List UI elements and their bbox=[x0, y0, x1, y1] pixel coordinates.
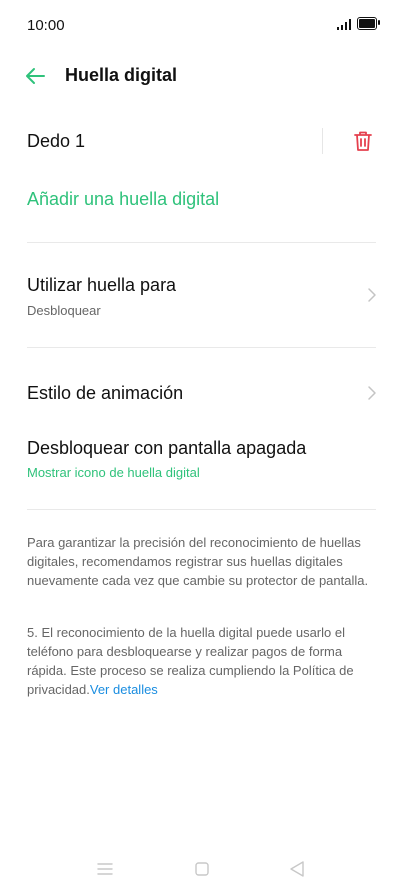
back-arrow-icon bbox=[26, 68, 45, 84]
app-header: Huella digital bbox=[0, 56, 403, 96]
trash-icon bbox=[354, 131, 372, 151]
back-triangle-icon bbox=[290, 861, 304, 877]
page-title: Huella digital bbox=[65, 65, 178, 85]
status-bar: 10:00 bbox=[0, 0, 403, 52]
fingerprint-name: Dedo 1 bbox=[27, 131, 86, 151]
recent-apps-button[interactable] bbox=[90, 854, 120, 884]
status-time: 10:00 bbox=[27, 17, 65, 34]
chevron-right-icon bbox=[368, 288, 376, 302]
add-fingerprint-link[interactable]: Añadir una huella digital bbox=[27, 189, 219, 210]
protector-note: Para garantizar la precisión del reconoc… bbox=[27, 535, 369, 588]
signal-icon bbox=[337, 18, 351, 30]
divider bbox=[27, 509, 376, 510]
status-icons bbox=[337, 17, 380, 30]
fingerprint-row[interactable]: Dedo 1 bbox=[0, 118, 403, 164]
navigation-bar bbox=[0, 844, 403, 896]
animation-style-item[interactable]: Estilo de animación bbox=[0, 368, 403, 416]
animation-style-title: Estilo de animación bbox=[27, 383, 184, 403]
use-fingerprint-for-value: Desbloquear bbox=[27, 303, 101, 318]
divider bbox=[27, 242, 376, 243]
menu-icon bbox=[97, 863, 113, 875]
nav-back-button[interactable] bbox=[282, 854, 312, 884]
chevron-right-icon bbox=[368, 386, 376, 400]
battery-icon bbox=[357, 17, 380, 30]
home-icon bbox=[195, 862, 209, 876]
home-button[interactable] bbox=[187, 854, 217, 884]
screen-off-unlock-title: Desbloquear con pantalla apagada bbox=[27, 438, 307, 458]
privacy-note: 5. El reconocimiento de la huella digita… bbox=[27, 623, 377, 699]
see-details-link[interactable]: Ver detalles bbox=[90, 682, 158, 697]
divider bbox=[27, 347, 376, 348]
use-fingerprint-for-item[interactable]: Utilizar huella para Desbloquear bbox=[0, 262, 403, 328]
privacy-note-text: 5. El reconocimiento de la huella digita… bbox=[27, 625, 354, 697]
back-button[interactable] bbox=[22, 64, 48, 88]
vertical-divider bbox=[322, 128, 323, 154]
delete-fingerprint-button[interactable] bbox=[352, 129, 374, 153]
screen-off-unlock-item[interactable]: Desbloquear con pantalla apagada Mostrar… bbox=[0, 424, 403, 486]
screen-off-unlock-value: Mostrar icono de huella digital bbox=[27, 465, 200, 480]
use-fingerprint-for-title: Utilizar huella para bbox=[27, 275, 177, 295]
